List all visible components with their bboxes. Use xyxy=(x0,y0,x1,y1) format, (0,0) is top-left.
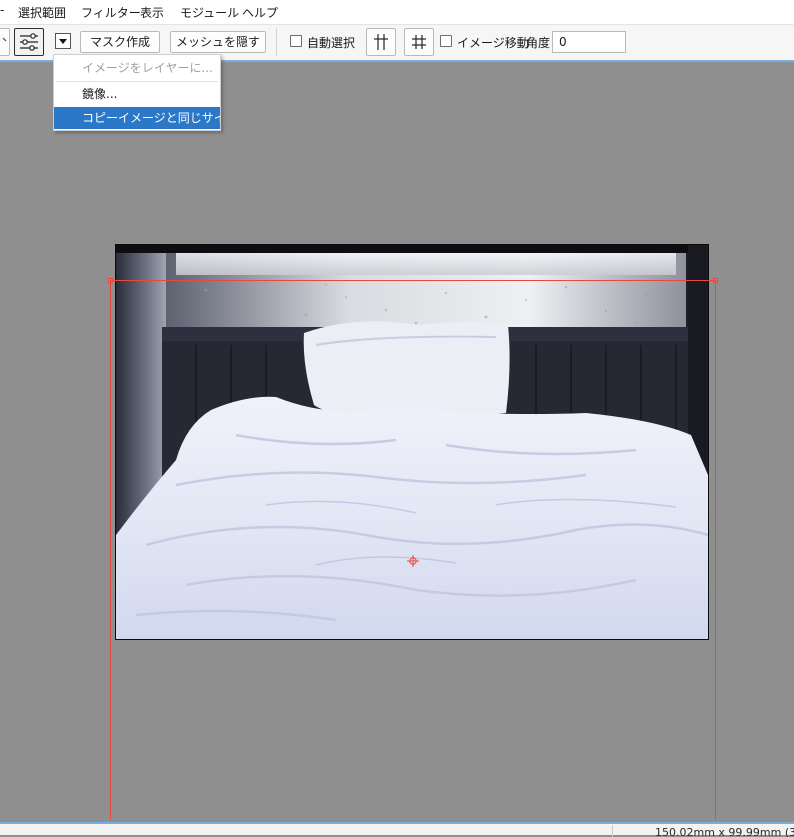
menu-help[interactable]: ヘルプ xyxy=(242,4,278,21)
dropdown-toggle-button[interactable] xyxy=(55,33,71,49)
vertical-grid-icon xyxy=(374,34,388,50)
adjustments-button[interactable] xyxy=(14,28,44,56)
tool-button-partial[interactable] xyxy=(0,28,10,56)
menu-filter[interactable]: フィルター xyxy=(81,4,141,21)
image-move-box[interactable] xyxy=(440,35,452,47)
menu-module[interactable]: モジュール xyxy=(180,4,239,21)
create-mask-button[interactable]: マスク作成 xyxy=(80,31,160,53)
image-move-checkbox[interactable]: イメージ移動 xyxy=(440,35,529,51)
hide-mesh-button[interactable]: メッシュを隠す xyxy=(170,31,266,53)
bed-photo[interactable] xyxy=(115,244,709,640)
menu-overflow-marker: - xyxy=(0,3,5,17)
crop-handle-top-right[interactable] xyxy=(713,278,718,283)
auto-select-label: 自動選択 xyxy=(307,36,356,50)
image-size-readout: 150.02mm x 99.99mm (300 xyxy=(655,826,794,837)
toolbar-divider xyxy=(276,28,277,56)
menu-view[interactable]: 表示 xyxy=(140,4,164,21)
menu-bar: - 選択範囲 フィルター 表示 モジュール ヘルプ xyxy=(0,0,794,25)
crop-handle-top-left[interactable] xyxy=(108,278,113,283)
status-size-cell: 150.02mm x 99.99mm (300 xyxy=(612,825,794,837)
auto-select-box[interactable] xyxy=(290,35,302,47)
menu-item-mirror[interactable]: 鏡像... xyxy=(54,83,220,105)
check-tool-icon xyxy=(2,37,7,42)
horizontal-grid-icon xyxy=(412,35,426,49)
bed-image xyxy=(116,245,708,639)
crop-guide-top[interactable] xyxy=(110,280,716,281)
image-move-label: イメージ移動 xyxy=(457,36,529,50)
auto-select-checkbox[interactable]: 自動選択 xyxy=(290,35,360,51)
menu-item-same-size-as-copy[interactable]: コピーイメージと同じサイズ xyxy=(54,107,220,129)
menu-divider xyxy=(56,81,218,82)
angle-label: 角度 xyxy=(526,36,551,50)
crop-guide-right[interactable] xyxy=(715,280,716,820)
status-bar: 150.02mm x 99.99mm (300 xyxy=(0,822,794,837)
horizontal-guides-button[interactable] xyxy=(404,28,434,56)
menu-item-image-to-layer[interactable]: イメージをレイヤーに... xyxy=(54,57,220,79)
menu-selection-range[interactable]: 選択範囲 xyxy=(18,4,66,21)
vertical-guides-button[interactable] xyxy=(366,28,396,56)
center-crosshair-icon[interactable] xyxy=(407,555,419,567)
sliders-icon xyxy=(20,33,38,51)
caret-down-icon xyxy=(59,39,67,44)
image-options-menu: イメージをレイヤーに... 鏡像... コピーイメージと同じサイズ xyxy=(53,54,221,131)
angle-input[interactable]: 0 xyxy=(552,31,626,53)
crop-guide-left[interactable] xyxy=(110,280,111,820)
